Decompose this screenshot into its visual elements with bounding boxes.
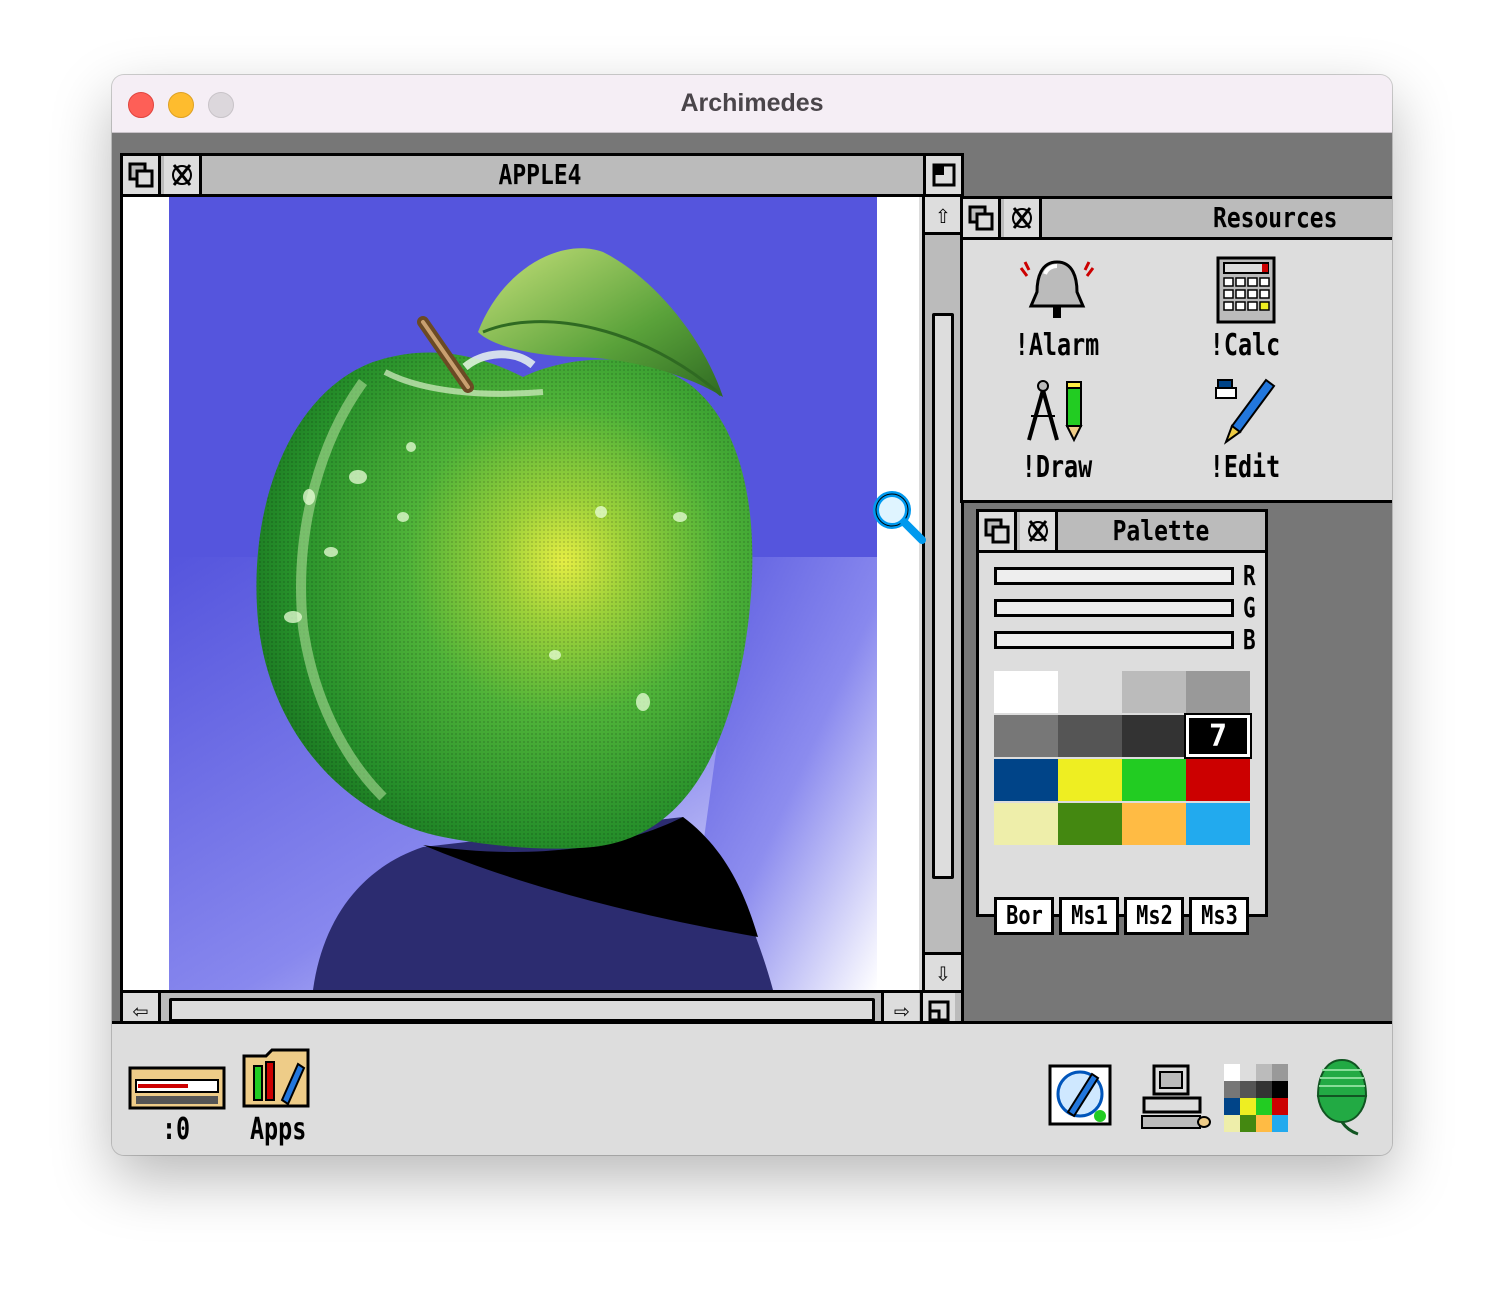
horizontal-scroll-thumb[interactable] — [169, 998, 875, 1022]
back-icon[interactable] — [979, 512, 1017, 550]
app-alarm[interactable]: !Alarm — [987, 254, 1127, 363]
close-icon[interactable] — [164, 156, 202, 194]
acorn-icon[interactable] — [1314, 1056, 1370, 1142]
vertical-scrollbar[interactable]: ⇧ ⇩ — [922, 197, 961, 990]
palette-content: R G B 7 Bor Ms1 Ms2 Ms3 — [979, 553, 1265, 935]
scroll-down-arrow-icon[interactable]: ⇩ — [925, 952, 961, 990]
apps-label: Apps — [249, 1112, 307, 1147]
resources-title-bar[interactable]: Resources — [963, 199, 1392, 240]
palette-title-bar[interactable]: Palette — [979, 512, 1265, 553]
mouse1-button[interactable]: Ms1 — [1059, 897, 1119, 935]
colour-swatch[interactable] — [1058, 671, 1122, 713]
apple4-window: APPLE4 ⇧ ⇩ ⇦ ⇨ — [120, 153, 964, 1031]
apps-folder-icon[interactable] — [242, 1046, 310, 1114]
colour-swatch[interactable] — [1058, 759, 1122, 801]
mac-window: Archimedes APPLE4 ⇧ ⇩ ⇦ ⇨ Resources !Ala… — [112, 75, 1392, 1155]
vertical-scroll-thumb[interactable] — [932, 313, 954, 879]
mouse3-button[interactable]: Ms3 — [1189, 897, 1249, 935]
mouse2-button[interactable]: Ms2 — [1124, 897, 1184, 935]
colour-swatch[interactable] — [994, 715, 1058, 757]
pen-icon — [1215, 378, 1276, 445]
colour-swatch[interactable]: 7 — [1184, 713, 1252, 759]
colour-swatch[interactable] — [994, 803, 1058, 845]
green-slider[interactable] — [994, 599, 1234, 617]
app-draw[interactable]: !Draw — [987, 376, 1127, 485]
colour-swatch[interactable] — [1122, 803, 1186, 845]
app-label: !Calc — [1209, 328, 1281, 363]
resources-window: Resources !Alarm !Calc !Draw !Edit — [960, 196, 1392, 503]
mac-title-bar: Archimedes — [112, 75, 1392, 133]
resources-window-title: Resources — [1213, 201, 1338, 234]
mac-window-title: Archimedes — [680, 89, 824, 117]
paint-app-icon[interactable] — [1046, 1060, 1116, 1134]
colour-swatch[interactable] — [994, 759, 1058, 801]
icon-bar: :0 Apps — [112, 1021, 1392, 1155]
compass-pencil-icon — [1027, 380, 1083, 443]
palette-window-title: Palette — [1112, 514, 1210, 547]
palette-icon[interactable] — [1224, 1064, 1290, 1136]
close-icon[interactable] — [1004, 199, 1042, 237]
colour-swatch[interactable] — [1122, 671, 1186, 713]
app-label: !Draw — [1021, 450, 1093, 485]
apple4-title-bar[interactable]: APPLE4 — [123, 156, 961, 197]
drive-label: :0 — [161, 1112, 191, 1147]
colour-swatch[interactable] — [1186, 803, 1250, 845]
green-slider-label: G — [1243, 591, 1256, 624]
back-icon[interactable] — [123, 156, 161, 194]
palette-window: Palette R G B 7 Bor Ms1 Ms2 Ms3 — [976, 509, 1268, 935]
red-slider-label: R — [1243, 559, 1256, 592]
app-edit[interactable]: !Edit — [1175, 376, 1315, 485]
app-calc[interactable]: !Calc — [1175, 254, 1315, 363]
magnifier-pointer-icon — [870, 488, 930, 552]
apple4-window-title: APPLE4 — [498, 158, 582, 191]
computer-icon[interactable] — [1140, 1062, 1212, 1136]
painting-canvas[interactable] — [123, 197, 919, 990]
riscos-desktop[interactable]: APPLE4 ⇧ ⇩ ⇦ ⇨ Resources !Alarm !Calc !D… — [112, 133, 1392, 1031]
red-slider[interactable] — [994, 567, 1234, 585]
calculator-icon — [1216, 256, 1276, 324]
app-label: !Edit — [1209, 450, 1281, 485]
resources-content: !Alarm !Calc !Draw !Edit — [963, 240, 1392, 500]
colour-swatch[interactable] — [1058, 803, 1122, 845]
close-icon[interactable] — [1020, 512, 1058, 550]
blue-slider[interactable] — [994, 631, 1234, 649]
colour-swatch[interactable] — [1058, 715, 1122, 757]
floppy-drive-icon[interactable] — [128, 1066, 226, 1116]
border-button[interactable]: Bor — [994, 897, 1054, 935]
app-label: !Alarm — [1014, 328, 1100, 363]
back-icon[interactable] — [963, 199, 1001, 237]
apple-painting — [123, 197, 919, 990]
scroll-up-arrow-icon[interactable]: ⇧ — [925, 197, 961, 235]
colour-swatch[interactable] — [994, 671, 1058, 713]
colour-swatch[interactable] — [1186, 759, 1250, 801]
colour-swatch[interactable] — [1122, 759, 1186, 801]
colour-swatch[interactable] — [1186, 671, 1250, 713]
bell-icon — [1019, 260, 1095, 318]
toggle-size-icon[interactable] — [923, 156, 961, 194]
blue-slider-label: B — [1243, 623, 1256, 656]
colour-swatch[interactable] — [1122, 715, 1186, 757]
